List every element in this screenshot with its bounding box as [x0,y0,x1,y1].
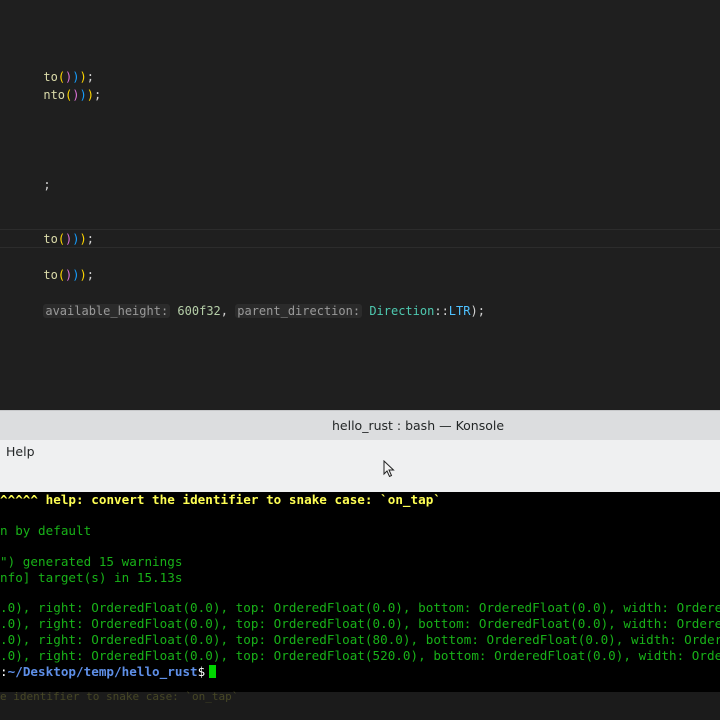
window-title: hello_rust : bash — Konsole [332,418,505,433]
konsole-menubar: Help [0,440,720,492]
code-token: to [43,268,58,282]
code-token: nto [43,88,66,102]
code-token: Direction [369,304,435,318]
terminal-text: ^^^^^ [0,492,46,507]
code-line: nto())); [43,88,102,102]
code-token: to [43,232,58,246]
konsole-titlebar[interactable]: hello_rust : bash — Konsole [0,410,720,441]
terminal-output[interactable]: ^^^^^ help: convert the identifier to sn… [0,492,720,692]
prompt-path: ~/Desktop/temp/hello_rust [7,664,198,679]
code-token: ; [43,178,51,192]
terminal-line: .0), right: OrderedFloat(0.0), top: Orde… [0,648,720,663]
code-token: ; [93,88,102,102]
mouse-pointer-icon [383,459,395,482]
terminal-text: help: convert the identifier to snake ca… [45,492,441,507]
code-line: to())); [43,70,94,84]
code-line: to())); [43,232,94,246]
code-token: LTR [448,304,471,318]
terminal-prompt[interactable]: :~/Desktop/temp/hello_rust$ [0,664,217,680]
inlay-hint: available_height: [43,304,171,318]
code-token: ; [86,268,94,282]
code-line: to())); [43,268,94,282]
current-line-highlight [0,229,720,248]
inlay-hint: parent_direction: [235,304,363,318]
menu-help[interactable]: Help [6,444,35,459]
terminal-line: .0), right: OrderedFloat(0.0), top: Orde… [0,600,720,615]
terminal-line: nfo] target(s) in 15.13s [0,570,183,585]
text-cursor [209,665,217,678]
terminal-line: ^^^^^ help: convert the identifier to sn… [0,492,441,508]
prompt-symbol: $ [197,664,206,679]
code-token: :: [434,304,449,318]
ghost-text: e identifier to snake case: `on_tap` [0,690,239,703]
code-line: ; [0,158,50,192]
code-token: 600f32 [177,304,221,318]
screen: to())); nto())); ; to())); to())); avail… [0,0,720,720]
code-token: ); [470,304,485,318]
terminal-line: ") generated 15 warnings [0,554,183,569]
terminal-line: .0), right: OrderedFloat(0.0), top: Orde… [0,616,720,631]
terminal-line: .0), right: OrderedFloat(0.0), top: Orde… [0,632,720,647]
prompt-prefix: : [0,664,8,679]
code-token: ; [86,232,94,246]
terminal-line: n by default [0,523,92,538]
code-token: , [220,304,229,318]
code-editor[interactable]: to())); nto())); ; to())); to())); avail… [0,0,720,410]
background-panel: e identifier to snake case: `on_tap` [0,690,720,720]
code-line: available_height: 600f32, parent_directi… [0,284,485,318]
